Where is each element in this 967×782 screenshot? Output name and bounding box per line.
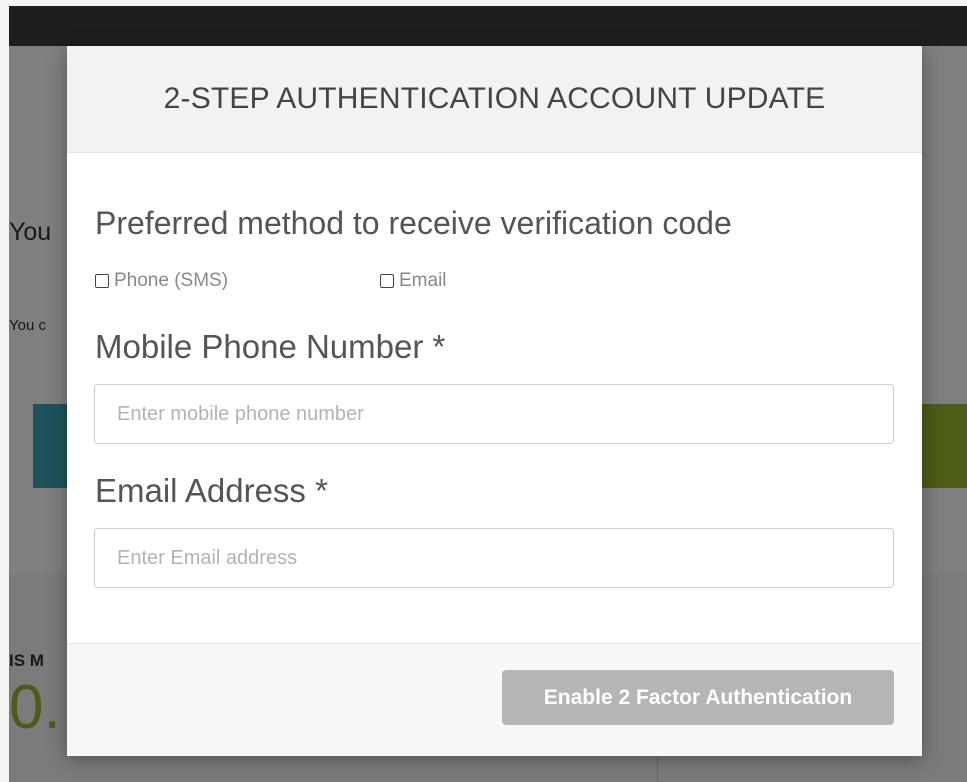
- email-option-label: Email: [399, 270, 447, 291]
- modal-footer: Enable 2 Factor Authentication: [67, 643, 922, 756]
- mobile-phone-label: Mobile Phone Number *: [95, 328, 446, 365]
- phone-sms-option[interactable]: Phone (SMS): [95, 270, 228, 292]
- enable-2fa-button[interactable]: Enable 2 Factor Authentication: [502, 670, 894, 725]
- phone-sms-label: Phone (SMS): [114, 270, 229, 291]
- top-bar: [9, 6, 967, 46]
- two-step-auth-modal: 2-STEP AUTHENTICATION ACCOUNT UPDATE Pre…: [67, 46, 922, 756]
- mobile-phone-input[interactable]: [94, 384, 894, 444]
- email-address-input[interactable]: [94, 528, 894, 588]
- preferred-method-label: Preferred method to receive verification…: [95, 205, 732, 241]
- email-option[interactable]: Email: [380, 270, 447, 292]
- phone-sms-checkbox[interactable]: [95, 274, 109, 288]
- modal-title: 2-STEP AUTHENTICATION ACCOUNT UPDATE: [163, 82, 826, 115]
- email-address-label: Email Address *: [95, 472, 328, 509]
- modal-header: 2-STEP AUTHENTICATION ACCOUNT UPDATE: [67, 46, 922, 153]
- email-checkbox[interactable]: [380, 274, 394, 288]
